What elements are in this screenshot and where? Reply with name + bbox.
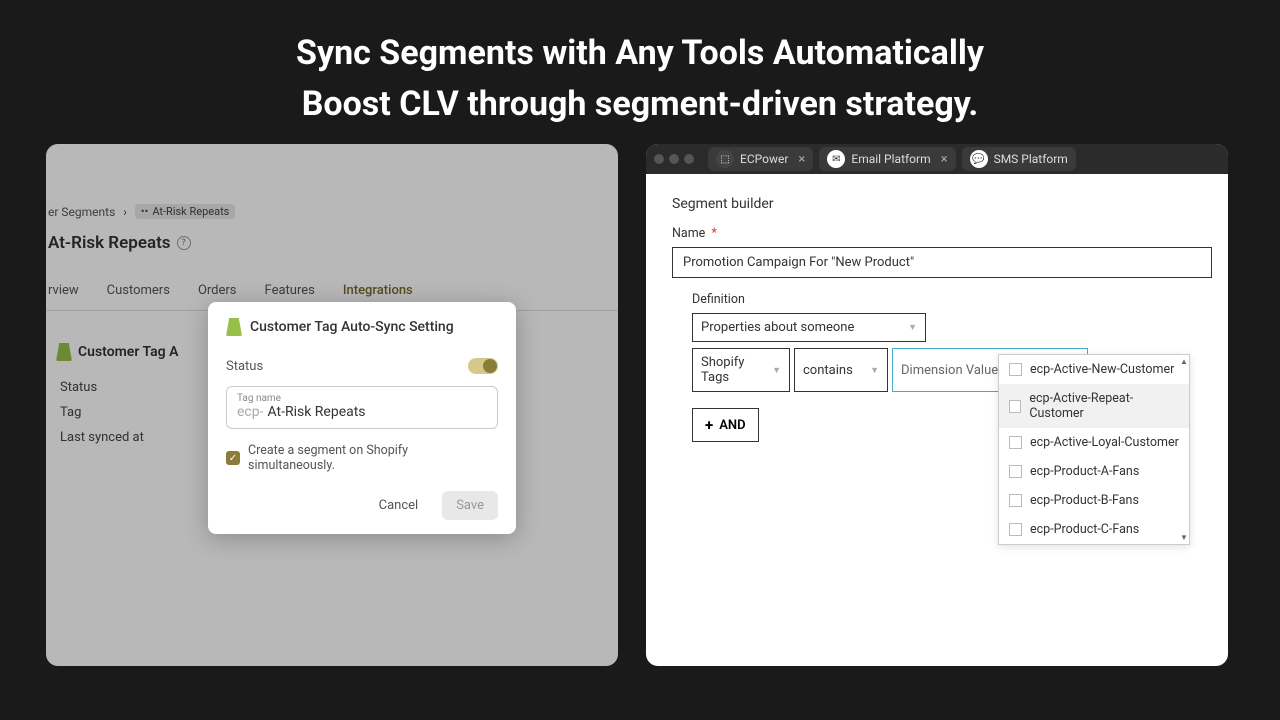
builder-title: Segment builder xyxy=(672,196,1228,212)
dropdown-option[interactable]: ecp-Product-B-Fans xyxy=(999,486,1189,515)
window-tab-email[interactable]: ✉ Email Platform × xyxy=(819,147,955,171)
dimension-dropdown: ecp-Active-New-Customer ecp-Active-Repea… xyxy=(998,354,1190,545)
ecpower-icon: ⬚ xyxy=(716,150,734,168)
create-segment-checkbox[interactable]: ✓ xyxy=(226,451,240,465)
add-and-button[interactable]: +AND xyxy=(692,408,759,442)
dropdown-scrollbar[interactable]: ▲▼ xyxy=(1179,355,1189,544)
checkbox-icon xyxy=(1009,363,1022,376)
plus-icon: + xyxy=(705,416,713,434)
chevron-down-icon: ▼ xyxy=(772,365,781,376)
checkbox-icon xyxy=(1009,494,1022,507)
panel-segment-builder: ⬚ ECPower × ✉ Email Platform × 💬 SMS Pla… xyxy=(646,144,1228,666)
definition-label: Definition xyxy=(692,292,1228,307)
panel-shopify: er Segments › ••At-Risk Repeats At-Risk … xyxy=(46,144,618,666)
tab-overview[interactable]: rview xyxy=(48,283,79,310)
email-icon: ✉ xyxy=(827,150,845,168)
dropdown-option[interactable]: ecp-Active-Loyal-Customer xyxy=(999,428,1189,457)
segment-name-input[interactable] xyxy=(672,247,1212,278)
tag-name-label: Tag name xyxy=(237,393,487,404)
checkbox-icon xyxy=(1009,400,1021,413)
checkbox-icon xyxy=(1009,523,1022,536)
status-label: Status xyxy=(226,359,263,374)
window-controls[interactable] xyxy=(654,154,694,164)
tag-name-field[interactable]: Tag name ecp- At-Risk Repeats xyxy=(226,386,498,429)
window-tab-sms[interactable]: 💬 SMS Platform xyxy=(962,147,1076,171)
breadcrumb-parent[interactable]: er Segments xyxy=(48,205,115,219)
headline-line2: Boost CLV through segment-driven strateg… xyxy=(0,79,1280,130)
dropdown-option[interactable]: ecp-Active-Repeat-Customer xyxy=(999,384,1189,428)
sms-icon: 💬 xyxy=(970,150,988,168)
name-label: Name * xyxy=(672,226,1228,241)
tag-value: At-Risk Repeats xyxy=(267,404,365,420)
dropdown-option[interactable]: ecp-Product-C-Fans xyxy=(999,515,1189,544)
modal-title: Customer Tag Auto-Sync Setting xyxy=(226,318,498,336)
dropdown-option[interactable]: ecp-Active-New-Customer xyxy=(999,355,1189,384)
operator-select[interactable]: contains▼ xyxy=(794,348,888,392)
shopify-icon xyxy=(56,343,72,361)
status-toggle[interactable] xyxy=(468,358,498,374)
breadcrumb-current: ••At-Risk Repeats xyxy=(135,204,235,219)
checkbox-icon xyxy=(1009,436,1022,449)
tag-prefix: ecp- xyxy=(237,404,263,420)
auto-sync-modal: Customer Tag Auto-Sync Setting Status Ta… xyxy=(208,302,516,534)
dropdown-option[interactable]: ecp-Product-A-Fans xyxy=(999,457,1189,486)
close-icon[interactable]: × xyxy=(798,152,805,167)
tab-customers[interactable]: Customers xyxy=(107,283,170,310)
headline-line1: Sync Segments with Any Tools Automatical… xyxy=(0,28,1280,79)
chevron-down-icon: ▼ xyxy=(908,322,917,333)
window-tab-ecpower[interactable]: ⬚ ECPower × xyxy=(708,147,813,171)
shopify-icon xyxy=(226,318,242,336)
page-title: At-Risk Repeats ? xyxy=(46,219,618,253)
field-select[interactable]: Shopify Tags▼ xyxy=(692,348,790,392)
chevron-down-icon: ▼ xyxy=(870,365,879,376)
create-segment-label: Create a segment on Shopify simultaneous… xyxy=(248,443,498,473)
breadcrumb: er Segments › ••At-Risk Repeats xyxy=(46,144,618,219)
save-button[interactable]: Save xyxy=(442,491,498,520)
checkbox-icon xyxy=(1009,465,1022,478)
help-icon[interactable]: ? xyxy=(177,236,191,250)
cancel-button[interactable]: Cancel xyxy=(365,491,433,520)
window-titlebar: ⬚ ECPower × ✉ Email Platform × 💬 SMS Pla… xyxy=(646,144,1228,174)
property-select[interactable]: Properties about someone▼ xyxy=(692,313,926,342)
close-icon[interactable]: × xyxy=(941,152,948,167)
headline: Sync Segments with Any Tools Automatical… xyxy=(0,0,1280,144)
